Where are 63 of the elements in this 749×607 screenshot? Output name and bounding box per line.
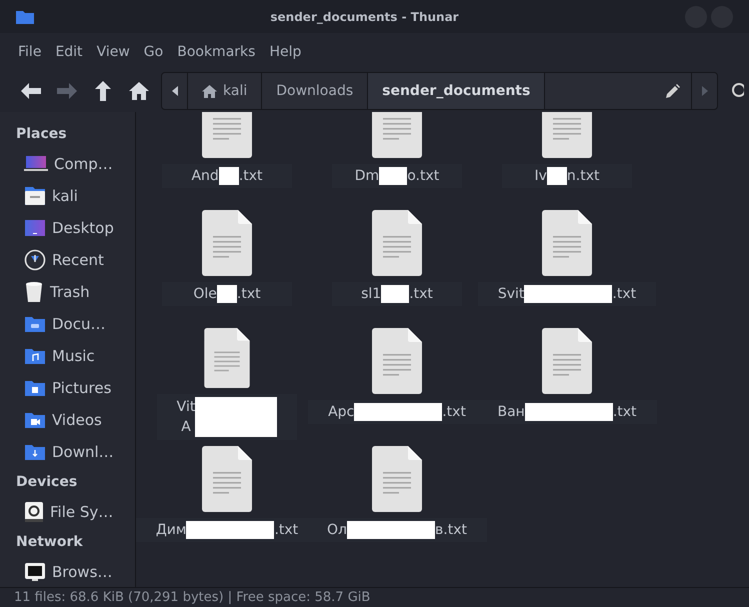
music-folder-icon <box>24 347 46 365</box>
sidebar-item[interactable]: Recent <box>52 251 104 269</box>
path-button[interactable]: sender_documents <box>368 73 546 109</box>
sidebar-item[interactable]: Music <box>52 347 95 365</box>
menu-item[interactable]: File <box>18 44 42 60</box>
documents-folder-icon <box>24 315 46 333</box>
text-file-icon <box>372 328 422 394</box>
trash-icon <box>24 281 44 303</box>
pencil-icon[interactable] <box>666 84 680 98</box>
sidebar-item[interactable]: Docu… <box>52 315 106 333</box>
home-icon <box>202 84 217 98</box>
laptop-icon <box>24 156 48 172</box>
window-title: sender_documents - Thunar <box>269 10 460 24</box>
file-name[interactable]: Ole .txt <box>162 282 292 306</box>
sidebar-item[interactable]: File Sy… <box>50 503 114 521</box>
sidebar-item[interactable]: Videos <box>52 411 102 429</box>
text-file-icon <box>202 328 252 388</box>
text-file-icon <box>542 328 592 394</box>
file-name[interactable]: Dm o.txt <box>332 164 462 188</box>
sidebar-item[interactable]: Trash <box>50 283 90 301</box>
sidebar-heading: Places <box>15 125 68 144</box>
search-icon[interactable] <box>730 82 744 100</box>
pictures-folder-icon <box>24 379 46 397</box>
home-folder-icon <box>24 186 46 206</box>
sidebar-item[interactable]: Pictures <box>52 379 112 397</box>
sidebar-item[interactable]: Desktop <box>52 219 114 237</box>
menu-item[interactable]: Bookmarks <box>177 44 256 60</box>
redaction-box <box>381 285 410 304</box>
redaction-box <box>216 285 237 304</box>
text-file-icon <box>542 210 592 276</box>
sidebar-item[interactable]: Comp… <box>54 155 113 173</box>
redaction-box <box>218 167 239 186</box>
desktop-folder-icon <box>24 219 46 237</box>
text-file-icon <box>202 446 252 512</box>
text-file-icon <box>372 210 422 276</box>
file-name[interactable]: And .txt <box>162 164 292 188</box>
redaction-box <box>379 167 408 186</box>
caret-icon <box>172 86 178 96</box>
sidebar-heading: Network <box>15 533 84 552</box>
file-name[interactable]: Svit .txt <box>478 282 656 306</box>
text-file-icon <box>202 210 252 276</box>
redaction-box <box>546 167 567 186</box>
videos-folder-icon <box>24 411 46 429</box>
sidebar-heading: Devices <box>15 473 78 492</box>
menu-item[interactable]: Help <box>269 44 302 60</box>
file-name[interactable]: Iv n.txt <box>502 164 632 188</box>
file-name[interactable]: Vit A <box>156 394 298 440</box>
status-bar: 11 files: 68.6 KiB (70,291 bytes) | Free space: 58.7 GiB <box>0 587 749 607</box>
network-icon <box>24 562 46 582</box>
file-name[interactable]: sl1 .txt <box>332 282 462 306</box>
drive-icon <box>24 501 44 523</box>
path-button[interactable]: kali <box>188 73 262 109</box>
text-file-icon <box>372 446 422 512</box>
downloads-folder-icon <box>24 443 46 461</box>
clock-icon <box>24 249 46 271</box>
caret-icon <box>702 86 708 96</box>
sidebar-item[interactable]: kali <box>52 187 78 205</box>
menu-item[interactable]: Go <box>144 44 164 60</box>
sidebar-item[interactable]: Downl… <box>52 443 114 461</box>
menu-item[interactable]: View <box>96 44 130 60</box>
sidebar-item[interactable]: Brows… <box>52 563 112 581</box>
folder-icon <box>16 10 34 24</box>
menu-item[interactable]: Edit <box>55 44 83 60</box>
